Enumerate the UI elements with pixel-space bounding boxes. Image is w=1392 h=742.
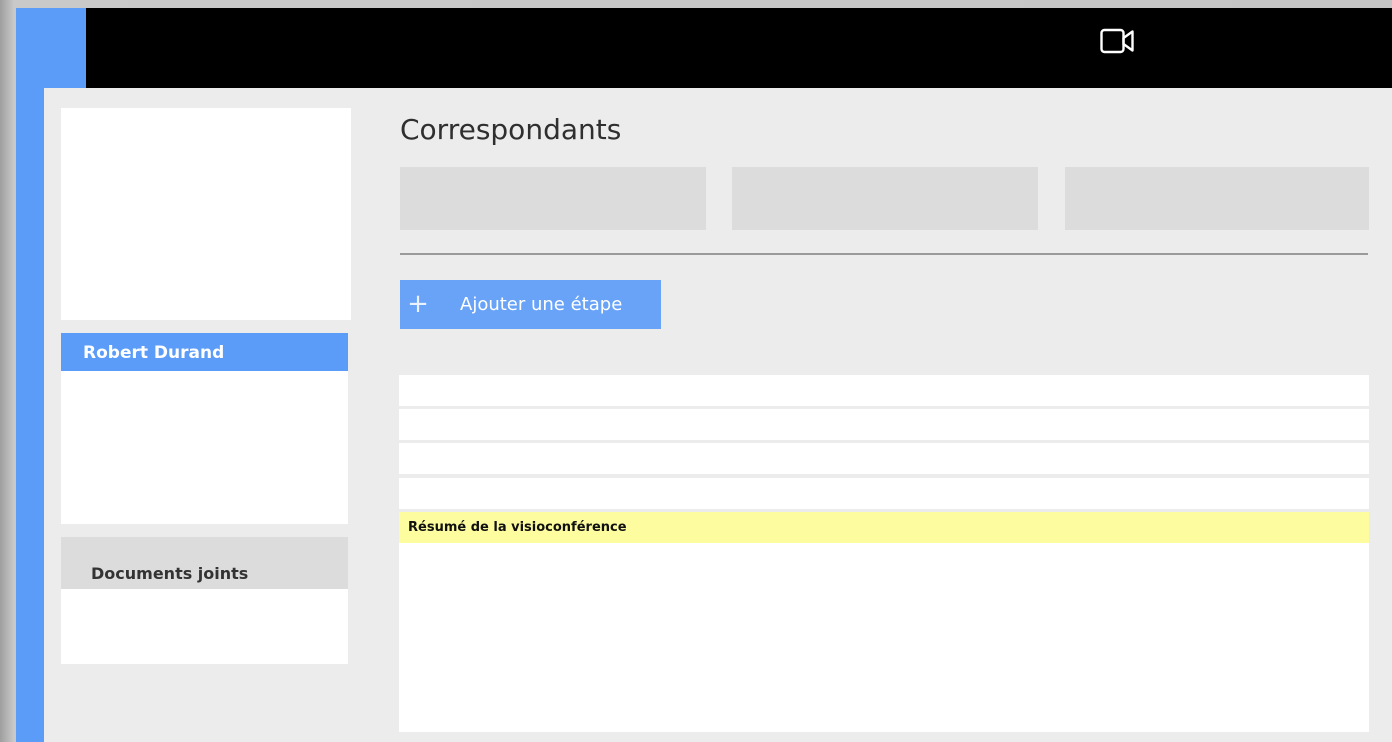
attached-documents-header: Documents joints: [61, 537, 348, 589]
conference-summary-panel[interactable]: Résumé de la visioconférence: [399, 512, 1369, 732]
correspondent-slot-3[interactable]: [1065, 167, 1369, 230]
step-row[interactable]: [399, 443, 1369, 474]
plus-icon: +: [407, 289, 429, 319]
add-step-label: Ajouter une étape: [460, 294, 623, 315]
correspondent-slot-2[interactable]: [732, 167, 1038, 230]
contact-card: Robert Durand: [61, 333, 348, 524]
top-app-bar: [86, 8, 1392, 88]
step-row[interactable]: [399, 478, 1369, 509]
step-row[interactable]: [399, 409, 1369, 440]
contact-photo-panel: [61, 108, 351, 320]
contact-name[interactable]: Robert Durand: [61, 333, 348, 371]
video-camera-icon[interactable]: [1100, 27, 1134, 55]
attached-documents-panel: Documents joints: [61, 537, 348, 664]
add-step-button[interactable]: + Ajouter une étape: [400, 280, 661, 329]
page-title: Correspondants: [400, 113, 622, 146]
step-row[interactable]: [399, 375, 1369, 406]
correspondent-slot-1[interactable]: [400, 167, 706, 230]
section-divider: [400, 253, 1368, 255]
conference-summary-title: Résumé de la visioconférence: [399, 512, 1369, 543]
